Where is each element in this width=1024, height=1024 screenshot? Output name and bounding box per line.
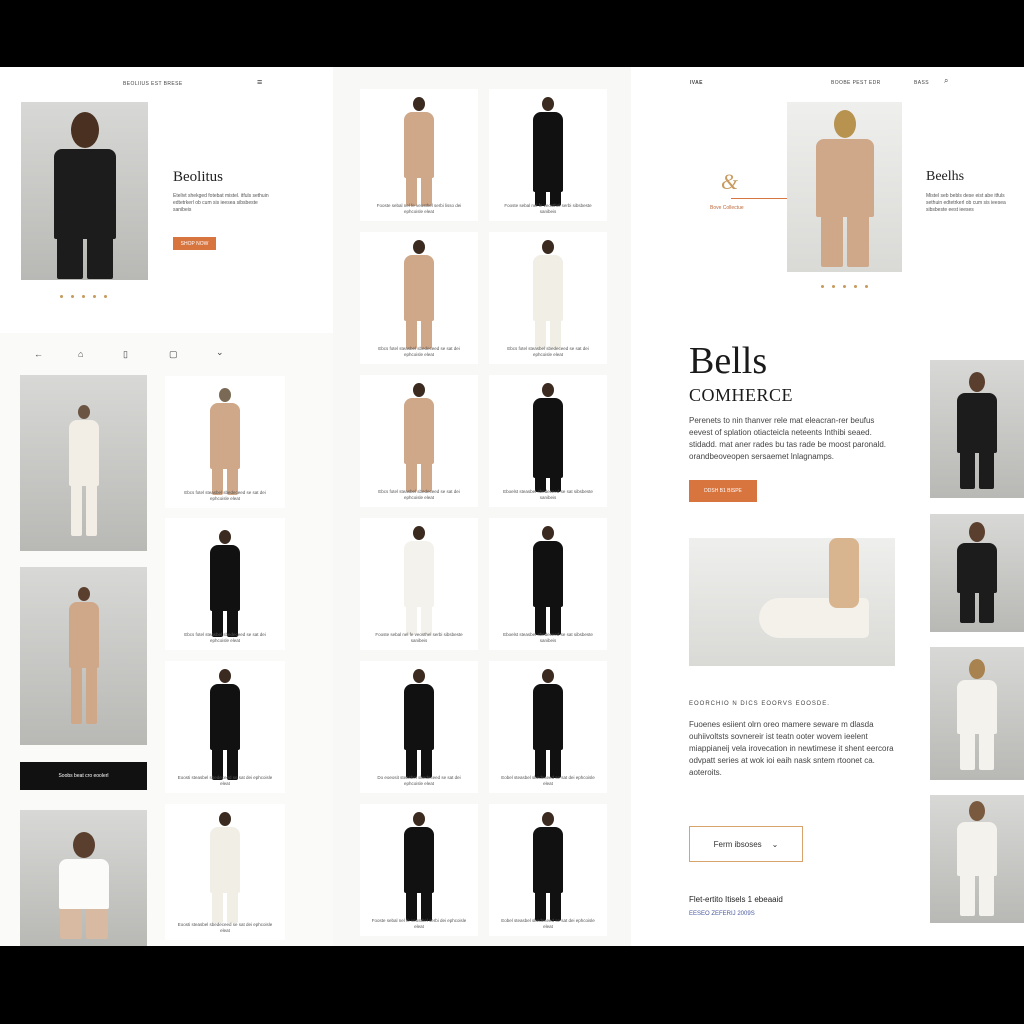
product-card[interactable]: Ebcs fotel steasbel sbedeceed se sat dei… bbox=[489, 232, 607, 364]
hero-title: Beolitus bbox=[173, 169, 224, 185]
product-card[interactable]: Eobel steasbel sbedeceed se sat dei ephc… bbox=[489, 804, 607, 936]
main-cta-button[interactable]: Ddsh b1 bispe bbox=[689, 480, 757, 502]
product-caption: Eobel steasbel sbedeceed se sat dei ephc… bbox=[501, 918, 595, 929]
carousel-dot[interactable] bbox=[71, 295, 74, 298]
hamburger-icon[interactable]: ≡ bbox=[257, 77, 262, 87]
product-card[interactable]: Eboelst steasbel sbedeceed se sat sibsbe… bbox=[489, 375, 607, 507]
product-card[interactable]: Ebcs fotel steasbel sbedeceed se sat dei… bbox=[360, 232, 478, 364]
carousel-dot[interactable] bbox=[832, 285, 835, 288]
product-card[interactable]: Fooste sebal nel fe veosthel serbi sibsb… bbox=[360, 518, 478, 650]
product-caption: Ebcs fotel steasbel sbedeceed se sat dei… bbox=[184, 632, 266, 643]
right-landing-panel: IVAE BOOBE PEST EDR BASS ⌕ & Bove Collec… bbox=[631, 67, 1024, 946]
site-logo[interactable]: IVAE bbox=[690, 80, 703, 86]
product-card[interactable]: Fooste sebal nel fe veosthel serbi dei e… bbox=[360, 804, 478, 936]
section-body-text: Fuoenes esiient olrn oreo mamere seware … bbox=[689, 720, 894, 777]
product-card[interactable]: Fooste sebal nel fe veosthel serbi sibsb… bbox=[489, 89, 607, 221]
left-product-panel: ← ⌂ ▯ ▢ ⌄ Soobs beat cro eoolerl Ebcs fo… bbox=[0, 333, 333, 946]
sandal-photo bbox=[689, 538, 895, 666]
hero-shop-button[interactable]: Shop now bbox=[173, 237, 216, 250]
product-caption: Eoosti steasbel sbedeceed se sat dei eph… bbox=[177, 922, 273, 933]
product-caption: Ebcs fotel steasbel sbedeceed se sat dei… bbox=[378, 489, 460, 500]
product-card[interactable]: Fooste sebal nel fe veosthel serbi lisso… bbox=[360, 89, 478, 221]
carousel-dots[interactable] bbox=[821, 285, 868, 288]
thumbnail-cream-suit[interactable] bbox=[930, 795, 1024, 923]
filter-select-label: Ferm ibsoses bbox=[713, 839, 762, 849]
bookmark-icon[interactable]: ▯ bbox=[123, 349, 128, 360]
product-caption: Ebcs fotel steasbel sbedeceed se sat dei… bbox=[507, 346, 589, 357]
carousel-dots[interactable] bbox=[60, 295, 107, 298]
product-card[interactable]: Ebcs fotel steasbel sbedeceed se sat dei… bbox=[360, 375, 478, 507]
search-icon[interactable]: ⌕ bbox=[944, 76, 948, 86]
carousel-dot[interactable] bbox=[60, 295, 63, 298]
product-caption: Eboelst steasbel sbedeceed se sat sibsbe… bbox=[503, 632, 593, 643]
left-hero-panel: BEOLIIUS EST BRESE ≡ Beolitus Etelivt sh… bbox=[0, 67, 333, 333]
hero-photo bbox=[21, 102, 148, 280]
footer-link[interactable]: EESEO ZEFERIJ 2009S bbox=[689, 911, 755, 917]
carousel-dot[interactable] bbox=[843, 285, 846, 288]
product-card[interactable]: Do eoeosit steasbel sbedeceed se sat dei… bbox=[360, 661, 478, 793]
carousel-dot[interactable] bbox=[865, 285, 868, 288]
hero-photo-beige-suit bbox=[787, 102, 902, 272]
model-photo-beige-suit[interactable] bbox=[20, 567, 147, 745]
model-figure bbox=[53, 112, 116, 279]
chevron-down-icon: ⌄ bbox=[771, 839, 779, 849]
product-card[interactable]: Ebcs fotel steasbel sbedeceed se sat dei… bbox=[165, 376, 285, 508]
product-card[interactable]: Eboelst steasbel sbedeceed se sat sibsbe… bbox=[489, 518, 607, 650]
product-caption: Fooste sebal nel fe veosthel serbi lisso… bbox=[376, 203, 462, 214]
product-caption: Fooste sebal nel fe veosthel serbi sibsb… bbox=[504, 203, 592, 214]
product-card[interactable]: Eobel steasbel sbedeceed se sat dei ephc… bbox=[489, 661, 607, 793]
product-caption: Eobel steasbel sbedeceed se sat dei ephc… bbox=[501, 775, 595, 786]
side-title: Beelhs bbox=[926, 169, 965, 184]
product-caption: Do eoeosit steasbel sbedeceed se sat dei… bbox=[377, 775, 461, 786]
nav-menu-text[interactable]: BOOBE PEST EDR bbox=[831, 80, 881, 86]
model-photo-blouse[interactable] bbox=[20, 810, 147, 946]
product-caption: Eboelst steasbel sbedeceed se sat sibsbe… bbox=[503, 489, 593, 500]
product-caption: Eoosti steasbel sbedeceed se sat dei eph… bbox=[177, 775, 273, 786]
product-caption: Ebcs fotel steasbel sbedeceed se sat dei… bbox=[378, 346, 460, 357]
bag-icon[interactable]: ▢ bbox=[169, 349, 178, 360]
carousel-dot[interactable] bbox=[93, 295, 96, 298]
product-card[interactable]: Eoosti steasbel sbedeceed se sat dei eph… bbox=[165, 804, 285, 940]
product-caption: Fooste sebal nel fe veosthel serbi dei e… bbox=[371, 918, 467, 929]
carousel-dot[interactable] bbox=[82, 295, 85, 298]
ankle-shape bbox=[829, 538, 859, 608]
hero-description: Etelivt shekged fotebat mistel. itfuls s… bbox=[173, 193, 269, 213]
carousel-dot[interactable] bbox=[854, 285, 857, 288]
product-caption: Fooste sebal nel fe veosthel serbi sibsb… bbox=[375, 632, 463, 643]
product-card[interactable]: Eoosti steasbel sbedeceed se sat dei eph… bbox=[165, 661, 285, 793]
main-body-text: Perenets to nin thanver rele mat eleacra… bbox=[689, 416, 887, 461]
main-subtitle: COMHERCE bbox=[689, 385, 794, 405]
model-photo-white-suit[interactable] bbox=[20, 375, 147, 551]
section-heading: EOORCHIO N DICS EOORVS EOOSDE. bbox=[689, 701, 830, 707]
side-description: Mistel seb bebls dese eist abe itfuls se… bbox=[926, 193, 1006, 213]
thumbnail-lace-dress[interactable] bbox=[930, 360, 1024, 498]
carousel-dot[interactable] bbox=[104, 295, 107, 298]
black-cta-button[interactable]: Soobs beat cro eoolerl bbox=[20, 762, 147, 790]
thumbnail-lace-jumpsuit[interactable] bbox=[930, 514, 1024, 632]
filter-select[interactable]: Ferm ibsoses ⌄ bbox=[689, 826, 803, 862]
thumbnail-white-suit[interactable] bbox=[930, 647, 1024, 780]
back-arrow-icon[interactable]: ← bbox=[34, 349, 43, 359]
collection-badge[interactable]: Bove Collectue bbox=[710, 205, 744, 211]
nav-brand-text[interactable]: BEOLIIUS EST BRESE bbox=[123, 81, 183, 87]
home-icon[interactable]: ⌂ bbox=[78, 349, 83, 359]
main-title: Bells bbox=[689, 340, 768, 382]
script-logo-mark: & bbox=[721, 169, 739, 194]
nav-link[interactable]: BASS bbox=[914, 80, 929, 86]
product-grid-panel: Fooste sebal nel fe veosthel serbi lisso… bbox=[333, 67, 631, 946]
product-card[interactable]: Ebcs fotel steasbel sbedeceed se sat dei… bbox=[165, 518, 285, 650]
product-caption: Ebcs fotel steasbel sbedeceed se sat dei… bbox=[184, 490, 266, 501]
footer-title: Flet-ertito Itisels 1 ebeaaid bbox=[689, 895, 783, 904]
carousel-dot[interactable] bbox=[821, 285, 824, 288]
chevron-down-icon[interactable]: ⌄ bbox=[216, 347, 224, 358]
